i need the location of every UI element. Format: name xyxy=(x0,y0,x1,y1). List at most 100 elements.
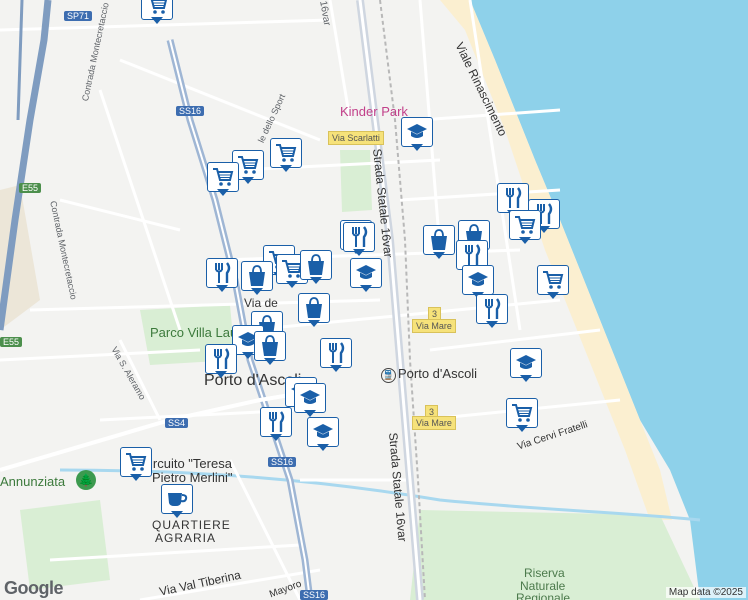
poi-marker-pointer xyxy=(217,189,229,196)
poi-marker-pointer xyxy=(330,365,342,372)
poi-marker-pointer xyxy=(270,434,282,441)
poi-marker[interactable] xyxy=(350,258,382,292)
via-mare-label-2: Via Mare xyxy=(412,416,456,430)
map-base-layer xyxy=(0,0,748,600)
poi-marker[interactable] xyxy=(254,331,286,365)
via-scarlatti-label: Via Scarlatti xyxy=(328,131,384,145)
poi-marker[interactable] xyxy=(241,261,273,295)
poi-marker[interactable] xyxy=(343,222,375,256)
education-icon xyxy=(294,383,326,413)
poi-marker-pointer xyxy=(353,249,365,256)
poi-marker-pointer xyxy=(304,410,316,417)
poi-marker-pointer xyxy=(547,292,559,299)
shopping-cart-icon xyxy=(537,265,569,295)
poi-marker[interactable] xyxy=(260,407,292,441)
e55-shield-south: E55 xyxy=(0,337,23,347)
poi-marker[interactable] xyxy=(120,447,152,481)
kinder-park-label: Kinder Park xyxy=(340,104,408,119)
education-icon xyxy=(510,348,542,378)
poi-marker[interactable] xyxy=(270,138,302,172)
park-marker-icon: 🌲 xyxy=(76,470,96,490)
map-attribution: Map data ©2025 xyxy=(665,587,746,598)
e55-shield-north: E55 xyxy=(19,183,42,193)
poi-marker[interactable] xyxy=(510,348,542,382)
education-icon xyxy=(401,117,433,147)
google-logo: Google xyxy=(4,578,64,598)
circuito-label: ircuito "Teresa xyxy=(150,456,232,471)
poi-marker[interactable] xyxy=(141,0,173,24)
ss16-shield-mid: SS16 xyxy=(268,457,297,467)
ss16-shield-south: SS16 xyxy=(300,590,329,600)
green-area xyxy=(340,150,372,212)
via-de-label: Via de xyxy=(244,296,278,310)
restaurant-icon xyxy=(476,294,508,324)
poi-marker[interactable] xyxy=(423,225,455,259)
poi-marker-pointer xyxy=(280,165,292,172)
poi-marker-pointer xyxy=(242,177,254,184)
shopping-bag-icon xyxy=(298,293,330,323)
education-icon xyxy=(350,258,382,288)
poi-marker-pointer xyxy=(286,281,298,288)
map-canvas[interactable]: SP71 Contrada Montecretaccio Contrada Mo… xyxy=(0,0,748,600)
poi-marker-pointer xyxy=(264,358,276,365)
cafe-icon xyxy=(161,484,193,514)
agraria-label: AGRARIA xyxy=(155,531,217,545)
poi-marker-pointer xyxy=(130,474,142,481)
poi-marker-pointer xyxy=(151,17,163,24)
poi-marker-pointer xyxy=(310,277,322,284)
station-label: 🚆 Porto d'Ascoli xyxy=(381,366,478,383)
poi-marker[interactable] xyxy=(294,383,326,417)
poi-marker[interactable] xyxy=(205,344,237,378)
shopping-cart-icon xyxy=(509,210,541,240)
shopping-cart-icon xyxy=(120,447,152,477)
sp71-shield: SP71 xyxy=(64,11,93,21)
poi-marker[interactable] xyxy=(320,338,352,372)
poi-marker-pointer xyxy=(486,321,498,328)
poi-marker-pointer xyxy=(216,285,228,292)
train-station-icon: 🚆 xyxy=(381,368,396,383)
shopping-bag-icon xyxy=(254,331,286,361)
education-icon xyxy=(462,265,494,295)
poi-marker[interactable] xyxy=(300,250,332,284)
poi-marker[interactable] xyxy=(206,258,238,292)
poi-marker[interactable] xyxy=(537,265,569,299)
poi-marker-pointer xyxy=(516,425,528,432)
poi-marker-pointer xyxy=(242,352,254,359)
shopping-cart-icon xyxy=(270,138,302,168)
poi-marker-pointer xyxy=(317,444,329,451)
poi-marker[interactable] xyxy=(307,417,339,451)
ss4-shield: SS4 xyxy=(165,418,189,428)
poi-marker[interactable] xyxy=(506,398,538,432)
park-area xyxy=(20,500,110,590)
poi-marker-pointer xyxy=(360,285,372,292)
shopping-bag-icon xyxy=(241,261,273,291)
ss16-shield-north: SS16 xyxy=(176,106,205,116)
restaurant-icon xyxy=(320,338,352,368)
shopping-bag-icon xyxy=(300,250,332,280)
poi-marker[interactable] xyxy=(207,162,239,196)
education-icon xyxy=(307,417,339,447)
shopping-cart-icon xyxy=(506,398,538,428)
annunziata-label: Annunziata xyxy=(0,474,66,489)
poi-marker-pointer xyxy=(308,320,320,327)
restaurant-icon xyxy=(205,344,237,374)
poi-marker[interactable] xyxy=(476,294,508,328)
via-mare-label-1: Via Mare xyxy=(412,319,456,333)
sea-area xyxy=(470,0,748,600)
poi-marker-pointer xyxy=(519,237,531,244)
restaurant-icon xyxy=(206,258,238,288)
circuito-label-2: Pietro Merlini" xyxy=(152,470,233,485)
poi-marker[interactable] xyxy=(509,210,541,244)
poi-marker-pointer xyxy=(411,144,423,151)
poi-marker[interactable] xyxy=(298,293,330,327)
riserva-label-1: Riserva xyxy=(524,566,565,580)
poi-marker-pointer xyxy=(251,288,263,295)
poi-marker[interactable] xyxy=(401,117,433,151)
shopping-cart-icon xyxy=(207,162,239,192)
poi-marker-pointer xyxy=(171,511,183,518)
riserva-label-3: Regionale xyxy=(516,591,571,600)
poi-marker-pointer xyxy=(215,371,227,378)
restaurant-icon xyxy=(343,222,375,252)
poi-marker[interactable] xyxy=(161,484,193,518)
quartiere-label: QUARTIERE xyxy=(152,518,231,532)
